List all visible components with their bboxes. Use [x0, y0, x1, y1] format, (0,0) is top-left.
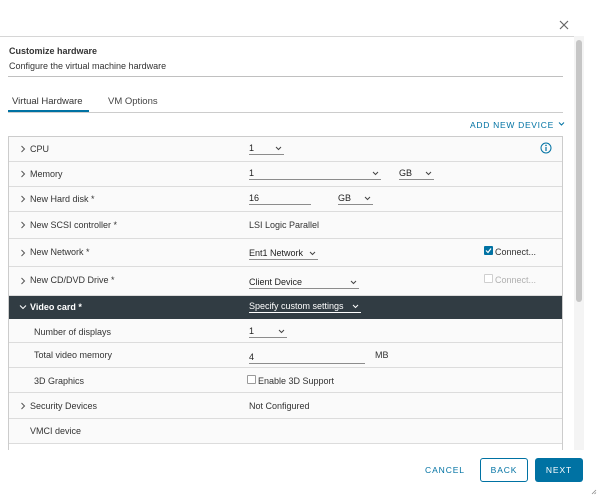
hard-disk-label: New Hard disk *	[30, 194, 95, 204]
cdvd-label: New CD/DVD Drive *	[30, 275, 115, 285]
chevron-right-icon[interactable]	[19, 249, 27, 257]
row-3d-graphics: 3D Graphics Enable 3D Support	[9, 368, 562, 393]
hard-disk-unit: GB	[338, 193, 352, 203]
displays-value: 1	[249, 326, 255, 336]
network-value: Ent1 Network	[249, 248, 304, 258]
memory-label: Memory	[30, 169, 63, 179]
chevron-down-icon	[425, 171, 432, 176]
enable-3d-label: Enable 3D Support	[258, 376, 335, 386]
row-security-devices: Security Devices Not Configured	[9, 393, 562, 419]
dialog-title: Customize hardware	[9, 46, 98, 56]
memory-value: 1	[249, 168, 255, 178]
chevron-down-icon	[364, 196, 371, 201]
row-vmci-device: VMCI device	[9, 419, 562, 444]
security-value: Not Configured	[249, 401, 310, 411]
chevron-right-icon[interactable]	[19, 145, 27, 153]
cpu-value: 1	[249, 143, 255, 153]
close-icon[interactable]	[558, 19, 570, 31]
video-memory-value: 4	[249, 352, 255, 362]
video-memory-input[interactable]: 4	[249, 350, 365, 364]
cpu-select[interactable]: 1	[249, 141, 284, 155]
next-button[interactable]: NEXT	[535, 458, 583, 482]
video-memory-label: Total video memory	[34, 350, 113, 360]
check-icon	[485, 248, 492, 254]
memory-unit-select[interactable]: GB	[399, 166, 434, 180]
chevron-right-icon[interactable]	[19, 195, 27, 203]
network-label: New Network *	[30, 247, 90, 257]
row-video-card: Video card * Specify custom settings	[9, 296, 562, 319]
cdvd-select[interactable]: Client Device	[249, 275, 359, 289]
video-card-value: Specify custom settings	[249, 301, 344, 311]
row-network: New Network * Ent1 Network Connect...	[9, 239, 562, 267]
network-connect-checkbox[interactable]	[484, 246, 493, 255]
cpu-label: CPU	[30, 144, 50, 154]
memory-input[interactable]: 1	[249, 166, 381, 180]
tab-virtual-hardware[interactable]: Virtual Hardware	[12, 96, 83, 107]
hardware-grid: CPU 1 Memory 1 GB New Hard disk * 16 GB …	[8, 136, 563, 450]
row-scsi-controller: New SCSI controller * LSI Logic Parallel	[9, 212, 562, 239]
row-hard-disk: New Hard disk * 16 GB	[9, 187, 562, 212]
add-new-device-button[interactable]: ADD NEW DEVICE	[470, 120, 565, 130]
chevron-down-icon	[372, 171, 379, 176]
enable-3d-checkbox[interactable]	[247, 375, 256, 384]
chevron-down-icon	[352, 304, 359, 309]
add-new-device-label: ADD NEW DEVICE	[470, 120, 554, 130]
row-total-video-memory: Total video memory 4 MB	[9, 343, 562, 368]
vmci-label: VMCI device	[30, 426, 82, 436]
network-select[interactable]: Ent1 Network	[249, 246, 318, 260]
title-divider	[8, 76, 563, 77]
chevron-right-icon[interactable]	[19, 170, 27, 178]
cancel-button[interactable]: CANCEL	[418, 458, 472, 482]
chevron-down-icon	[278, 329, 285, 334]
hard-disk-value: 16	[249, 193, 260, 203]
video-memory-unit: MB	[375, 350, 389, 360]
scsi-value: LSI Logic Parallel	[249, 220, 320, 230]
row-number-of-displays: Number of displays 1	[9, 319, 562, 343]
row-cpu: CPU 1	[9, 137, 562, 162]
back-button[interactable]: BACK	[480, 458, 528, 482]
chevron-down-icon	[558, 122, 565, 126]
scrollbar[interactable]	[574, 36, 584, 450]
cdvd-connect-label: Connect...	[495, 275, 537, 285]
dialog-subtitle: Configure the virtual machine hardware	[9, 61, 167, 71]
tab-divider	[8, 112, 563, 113]
tab-vm-options[interactable]: VM Options	[108, 96, 158, 107]
video-card-label: Video card *	[30, 302, 82, 312]
graphics3d-label: 3D Graphics	[34, 376, 85, 386]
header-divider	[0, 36, 574, 37]
row-cdvd-drive: New CD/DVD Drive * Client Device Connect…	[9, 267, 562, 296]
chevron-down-icon	[275, 146, 282, 151]
video-card-select[interactable]: Specify custom settings	[249, 299, 361, 313]
memory-unit: GB	[399, 168, 413, 178]
chevron-down-icon	[350, 280, 357, 285]
displays-label: Number of displays	[34, 327, 112, 337]
chevron-right-icon[interactable]	[19, 402, 27, 410]
chevron-right-icon[interactable]	[19, 277, 27, 285]
displays-select[interactable]: 1	[249, 324, 287, 338]
security-label: Security Devices	[30, 401, 98, 411]
cdvd-value: Client Device	[249, 277, 303, 287]
cdvd-connect-checkbox	[484, 274, 493, 283]
hard-disk-unit-select[interactable]: GB	[338, 191, 373, 205]
chevron-down-icon	[309, 251, 316, 256]
resize-handle-icon[interactable]	[591, 489, 597, 495]
scsi-label: New SCSI controller *	[30, 220, 118, 230]
chevron-right-icon[interactable]	[19, 221, 27, 229]
chevron-down-icon[interactable]	[19, 303, 27, 311]
info-icon[interactable]	[540, 142, 552, 154]
scrollbar-thumb[interactable]	[576, 40, 582, 302]
hard-disk-size-input[interactable]: 16	[249, 191, 311, 205]
row-memory: Memory 1 GB	[9, 162, 562, 187]
network-connect-label: Connect...	[495, 247, 537, 257]
